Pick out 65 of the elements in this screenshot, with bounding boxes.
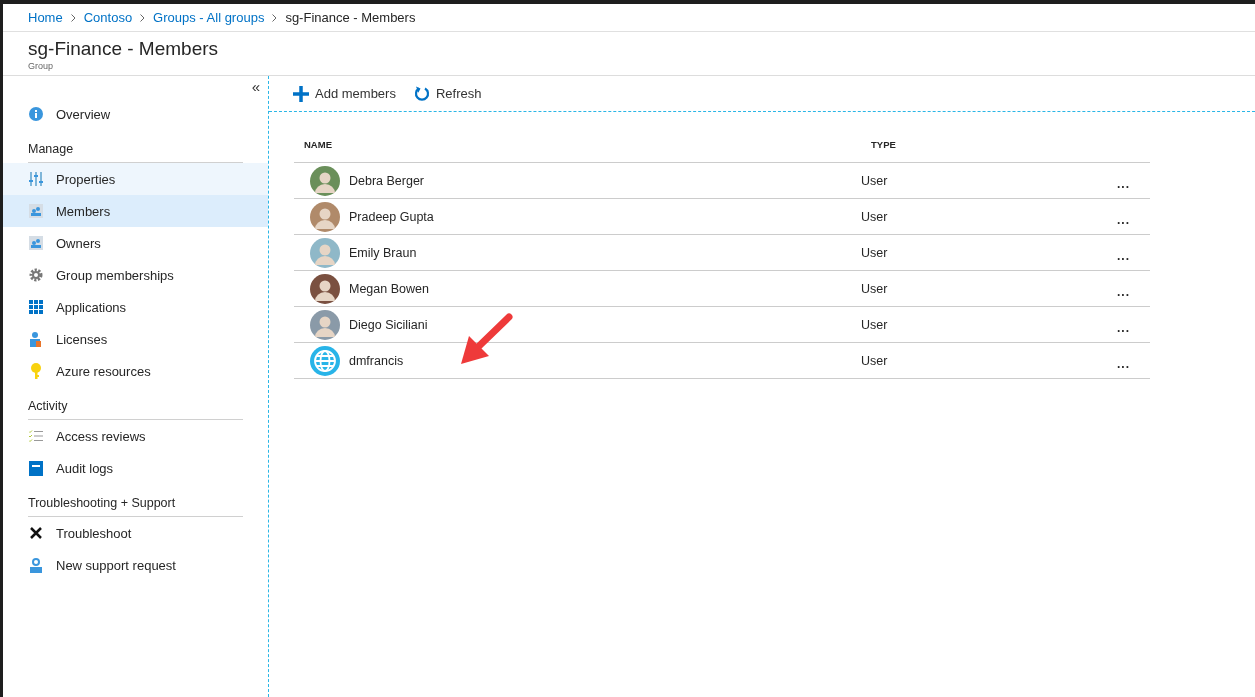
sidebar-item[interactable]: Access reviews [3, 420, 268, 452]
section-heading: Activity [28, 399, 243, 420]
refresh-icon [413, 85, 430, 102]
breadcrumb-current: sg-Finance - Members [285, 10, 416, 25]
support-person-icon [29, 557, 43, 573]
page-title: sg-Finance - Members [28, 38, 219, 60]
more-button[interactable]: ... [1117, 206, 1130, 227]
member-type: User [861, 353, 888, 368]
more-button[interactable]: ... [1117, 278, 1130, 299]
member-name[interactable]: Pradeep Gupta [349, 209, 434, 224]
member-type: User [861, 209, 888, 224]
plus-icon [293, 85, 309, 102]
checklist-icon [29, 430, 43, 442]
chevron-icon [70, 13, 76, 22]
add-members-button[interactable]: Add members [293, 83, 396, 104]
page-subtitle: Group [28, 61, 54, 71]
gear-icon [29, 268, 43, 282]
refresh-button[interactable]: Refresh [413, 83, 482, 104]
book-icon [29, 460, 43, 476]
collapse-button[interactable]: « [251, 80, 260, 98]
grid-icon [29, 300, 43, 314]
sliders-icon [29, 172, 43, 186]
sidebar-item[interactable]: Overview [3, 98, 268, 130]
member-name[interactable]: Emily Braun [349, 245, 417, 260]
avatar [310, 201, 340, 232]
sidebar-item[interactable]: Properties [3, 163, 268, 195]
user-badge-icon [29, 331, 43, 347]
member-type: User [861, 281, 888, 296]
breadcrumb-link[interactable]: Contoso [83, 10, 133, 25]
sidebar-item[interactable]: Members [3, 195, 268, 227]
avatar [310, 237, 340, 268]
globe-icon [310, 345, 340, 376]
member-name[interactable]: Diego Siciliani [349, 317, 428, 332]
member-name[interactable]: Megan Bowen [349, 281, 429, 296]
info-icon [29, 107, 43, 121]
breadcrumb-link[interactable]: Home [28, 10, 63, 25]
section-heading: Troubleshooting + Support [28, 496, 243, 517]
avatar [310, 165, 340, 196]
sidebar-item[interactable]: Troubleshoot [3, 517, 268, 549]
more-button[interactable]: ... [1117, 314, 1130, 335]
chevron-icon [140, 13, 146, 22]
people-icon [29, 204, 43, 218]
member-type: User [861, 245, 888, 260]
sidebar-item[interactable]: Owners [3, 227, 268, 259]
sidebar-item[interactable]: Licenses [3, 323, 268, 355]
member-type: User [861, 317, 888, 332]
column-header: NAME [304, 138, 332, 150]
breadcrumb-link[interactable]: Groups - All groups [153, 10, 265, 25]
sidebar-item[interactable]: Applications [3, 291, 268, 323]
chevron-icon [272, 13, 278, 22]
sidebar-item[interactable]: Audit logs [3, 452, 268, 484]
member-type: User [861, 173, 888, 188]
more-button[interactable]: ... [1117, 242, 1130, 263]
sidebar-item[interactable]: Group memberships [3, 259, 268, 291]
column-header: TYPE [871, 138, 896, 150]
sidebar-item[interactable]: Azure resources [3, 355, 268, 387]
avatar [310, 309, 340, 340]
more-button[interactable]: ... [1117, 350, 1130, 371]
member-name[interactable]: Debra Berger [349, 173, 425, 188]
people-icon [29, 236, 43, 250]
sidebar-item[interactable]: New support request [3, 549, 268, 581]
avatar [310, 273, 340, 304]
member-name[interactable]: dmfrancis [349, 353, 404, 368]
key-icon [30, 363, 42, 379]
more-button[interactable]: ... [1117, 170, 1130, 191]
